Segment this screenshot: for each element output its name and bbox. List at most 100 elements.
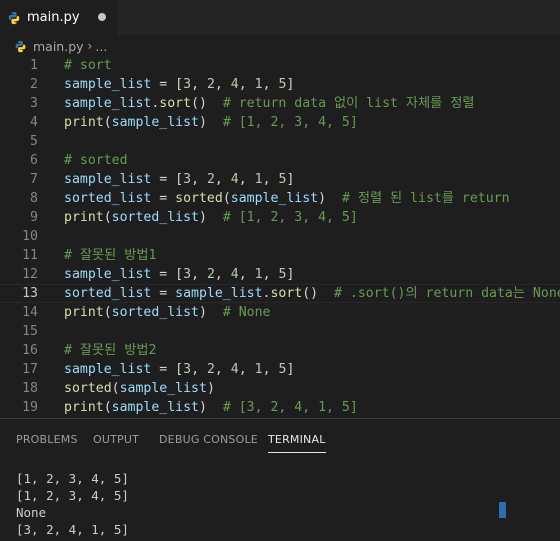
code-token: sample_list [64, 172, 152, 187]
code-token: sorted_list [64, 286, 152, 301]
code-line[interactable]: 14 print(sorted_list) # None [0, 303, 560, 322]
code-token: , [238, 267, 255, 282]
code-line[interactable]: 13 sorted_list = sample_list.sort() # .so… [0, 284, 560, 303]
code-token: # 정렬 된 list를 return [341, 191, 510, 206]
code-line[interactable]: 7 sample_list = [3, 2, 4, 1, 5] [0, 170, 560, 189]
code-token: , [238, 362, 255, 377]
code-token: sample_list [111, 115, 199, 130]
code-token: , [214, 172, 231, 187]
code-token: = [ [151, 267, 184, 282]
code-token: = [151, 191, 176, 206]
line-number: 17 [22, 362, 38, 377]
line-number: 19 [22, 400, 38, 415]
code-text: # sorted [64, 151, 128, 170]
code-token: # 잘못된 방법2 [64, 343, 157, 358]
code-token: 3 [183, 362, 192, 377]
tab-debug-console[interactable]: DEBUG CONSOLE [159, 433, 258, 446]
code-line[interactable]: 2 sample_list = [3, 2, 4, 1, 5] [0, 75, 560, 94]
code-line[interactable]: 18 sorted(sample_list) [0, 379, 560, 398]
line-number: 12 [22, 267, 38, 282]
code-line[interactable]: 6 # sorted [0, 151, 560, 170]
terminal-line: [1, 2, 3, 4, 5] [16, 471, 129, 486]
code-line[interactable]: 19 print(sample_list) # [3, 2, 4, 1, 5] [0, 398, 560, 417]
code-token: # sort [64, 58, 112, 73]
code-token: print [64, 305, 104, 320]
code-token: 4 [230, 77, 239, 92]
unsaved-dot-icon[interactable] [98, 13, 106, 21]
code-token: 1 [254, 362, 263, 377]
line-number: 9 [30, 210, 38, 225]
code-line[interactable]: 15 [0, 322, 560, 341]
line-number: 11 [22, 248, 38, 263]
line-number: 4 [30, 115, 38, 130]
code-token: ] [286, 267, 295, 282]
code-token: ) [199, 305, 223, 320]
code-token: , [262, 77, 279, 92]
code-line[interactable]: 3 sample_list.sort() # return data 없이 lis… [0, 94, 560, 113]
code-line[interactable]: 17 sample_list = [3, 2, 4, 1, 5] [0, 360, 560, 379]
code-token: , [238, 172, 255, 187]
code-line[interactable]: 10 [0, 227, 560, 246]
code-text: print(sample_list) # [1, 2, 3, 4, 5] [64, 113, 358, 132]
tab-output[interactable]: OUTPUT [93, 433, 139, 446]
code-line[interactable]: 1 # sort [0, 56, 560, 75]
code-token: 2 [206, 77, 215, 92]
code-text: # sort [64, 56, 112, 75]
line-number: 1 [30, 58, 38, 73]
tab-main-py[interactable]: main.py [0, 0, 118, 35]
code-token: 3 [183, 267, 192, 282]
code-text: print(sample_list) # [3, 2, 4, 1, 5] [64, 398, 358, 417]
python-icon [8, 11, 20, 24]
code-token: ( [111, 381, 120, 396]
code-token: 1 [254, 267, 263, 282]
code-token: 3 [183, 77, 192, 92]
code-token: sort [270, 286, 303, 301]
code-token: ] [286, 172, 295, 187]
code-token: () [302, 286, 334, 301]
code-token: sample_list [119, 381, 207, 396]
code-token: sample_list [111, 400, 199, 415]
tab-problems[interactable]: PROBLEMS [16, 433, 78, 446]
code-line[interactable]: 11 # 잘못된 방법1 [0, 246, 560, 265]
code-token: 2 [206, 362, 215, 377]
code-text: # 잘못된 방법1 [64, 246, 156, 265]
code-token: sample_list [64, 362, 152, 377]
code-text: sorted_list = sample_list.sort() # .sort… [64, 285, 560, 302]
code-token: sorted_list [111, 210, 199, 225]
code-line[interactable]: 12 sample_list = [3, 2, 4, 1, 5] [0, 265, 560, 284]
code-text: sample_list = [3, 2, 4, 1, 5] [64, 170, 294, 189]
code-token: 4 [230, 172, 239, 187]
breadcrumb: main.py › ... [0, 35, 560, 57]
code-token: , [214, 267, 231, 282]
code-token: sort [159, 96, 192, 111]
code-token: ] [286, 362, 295, 377]
code-token: ] [286, 77, 295, 92]
code-editor[interactable]: 1 # sort 2 sample_list = [3, 2, 4, 1, 5] 3 sa… [0, 56, 560, 418]
line-number: 5 [30, 134, 38, 149]
code-line[interactable]: 9 print(sorted_list) # [1, 2, 3, 4, 5] [0, 208, 560, 227]
terminal-output[interactable]: [1, 2, 3, 4, 5] [1, 2, 3, 4, 5] None [3,… [16, 470, 129, 538]
code-token: sample_list [64, 96, 152, 111]
code-token: sample_list [64, 77, 152, 92]
code-token: 4 [230, 362, 239, 377]
code-token: () [191, 96, 223, 111]
code-line[interactable]: 5 [0, 132, 560, 151]
code-token: ( [103, 305, 112, 320]
breadcrumb-file[interactable]: main.py [33, 39, 84, 54]
code-line[interactable]: 8 sorted_list = sorted(sample_list) # 정렬 … [0, 189, 560, 208]
line-number: 16 [22, 343, 38, 358]
code-token: ) [318, 191, 342, 206]
code-text: sample_list = [3, 2, 4, 1, 5] [64, 265, 294, 284]
code-token: sorted [175, 191, 223, 206]
editor-tab-bar: main.py [0, 0, 560, 35]
code-token: , [238, 77, 255, 92]
tab-terminal[interactable]: TERMINAL [268, 433, 326, 453]
line-number: 2 [30, 77, 38, 92]
code-token: ( [103, 210, 112, 225]
breadcrumb-symbols[interactable]: ... [95, 39, 107, 54]
tab-label: main.py [27, 10, 80, 25]
code-token: , [262, 362, 279, 377]
code-line[interactable]: 16 # 잘못된 방법2 [0, 341, 560, 360]
code-line[interactable]: 4 print(sample_list) # [1, 2, 3, 4, 5] [0, 113, 560, 132]
code-token: sample_list [230, 191, 319, 206]
